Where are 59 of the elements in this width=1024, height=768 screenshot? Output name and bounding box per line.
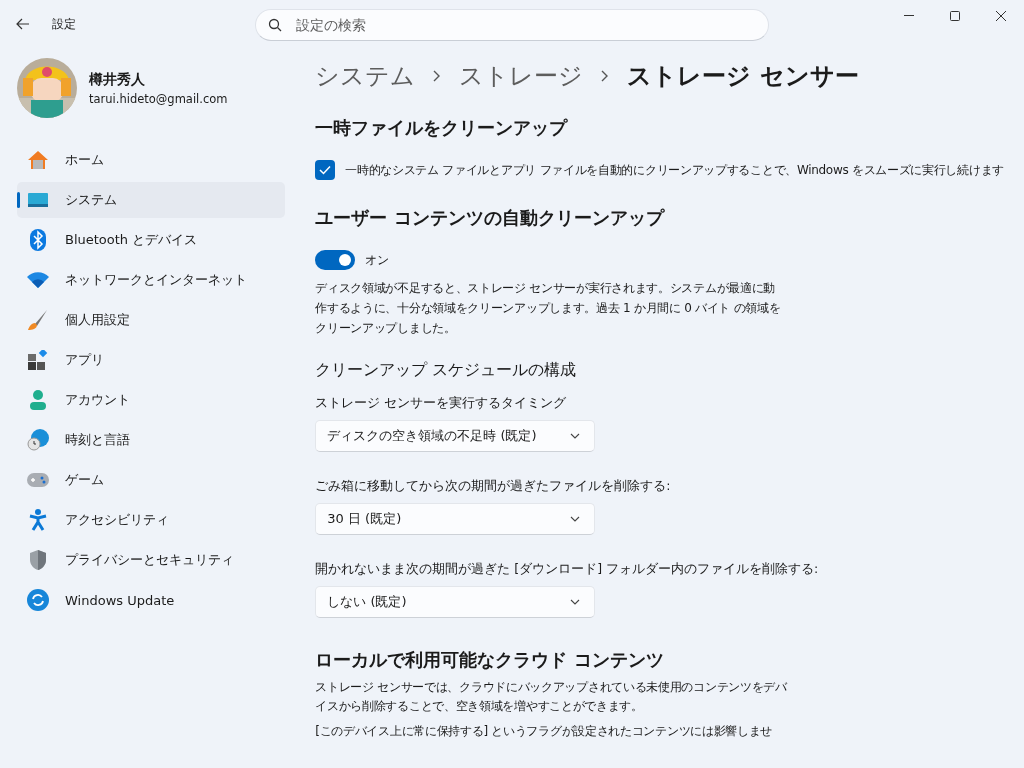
bluetooth-icon [27, 229, 49, 251]
nav-item[interactable]: アクセシビリティ [17, 502, 286, 538]
search-box[interactable]: 設定の検索 [255, 9, 769, 41]
checkbox[interactable] [315, 160, 336, 180]
search-field[interactable]: 設定の検索 [294, 16, 768, 34]
section-heading: ローカルで利用可能なクラウド コンテンツ [315, 648, 665, 672]
maximize-icon [950, 11, 960, 21]
dropdown[interactable]: ディスクの空き領域の不足時 (既定) [315, 420, 596, 452]
subsection-heading: クリーンアップ スケジュールの構成 [315, 360, 578, 381]
accessibility-icon [27, 509, 49, 531]
globe-clock-icon [27, 429, 49, 451]
nav-item[interactable]: アプリ [17, 342, 286, 378]
search-icon [268, 18, 282, 32]
breadcrumb-item: ストレージ センサー [627, 61, 859, 92]
close-icon [996, 11, 1006, 21]
gamepad-icon [27, 473, 49, 487]
toggle-label: オン [365, 251, 389, 269]
nav-item[interactable]: ホーム [17, 142, 286, 178]
monitor-icon [27, 193, 49, 207]
window-title: 設定 [52, 15, 76, 33]
chevron-icon [433, 70, 442, 82]
chevron-down-icon [570, 433, 581, 439]
refresh-icon [27, 589, 49, 611]
dropdown-label: 開かれないまま次の期間が過ぎた [ダウンロード] フォルダー内のファイルを削除する: [315, 561, 820, 578]
dropdown-label: ごみ箱に移動してから次の期間が過ぎたファイルを削除する: [315, 478, 672, 495]
checkbox-label: 一時的なシステム ファイルとアプリ ファイルを自動的にクリーンアップすることで、Windows をスムーズに実行し続けます [345, 161, 1004, 179]
nav-item[interactable]: ゲーム [17, 462, 286, 498]
paragraph: [このデバイス上に常に保持する] というフラグが設定されたコンテンツには影響しませ [315, 723, 774, 740]
dropdown-label: ストレージ センサーを実行するタイミング [315, 395, 568, 412]
checkmark-icon [319, 165, 332, 175]
app-tiles-icon [27, 350, 49, 370]
nav-item[interactable]: 個人用設定 [17, 302, 286, 338]
minimize-icon [904, 15, 914, 17]
dropdown[interactable]: 30 日 (既定) [315, 503, 596, 535]
breadcrumb-item[interactable]: システム [315, 60, 416, 92]
paragraph: ストレージ センサーでは、クラウドにバックアップされている未使用のコンテンツをデバイスから削除することで、空き領域を増やすことができます。 [315, 679, 788, 715]
description-text: ディスク領域が不足すると、ストレージ センサーが実行されます。システムが最適に動作するように、十分な領域をクリーンアップします。過去 1 か月間に 0 バイト の領域をクリーンアップしました。 [315, 280, 782, 337]
chevron-down-icon [570, 599, 581, 605]
toggle-switch[interactable] [315, 250, 356, 270]
dropdown[interactable]: しない (既定) [315, 586, 596, 618]
shield-icon [27, 549, 49, 571]
nav-item[interactable]: アカウント [17, 382, 286, 418]
section-heading: 一時ファイルをクリーンアップ [315, 116, 569, 140]
nav-item[interactable]: 時刻と言語 [17, 422, 286, 458]
nav-item[interactable]: Windows Update [17, 582, 286, 618]
user-email: tarui.hideto@gmail.com [89, 91, 228, 106]
section-heading: ユーザー コンテンツの自動クリーンアップ [315, 206, 666, 230]
back-icon[interactable] [16, 18, 30, 30]
nav-item[interactable]: ネットワークとインターネット [17, 262, 286, 298]
nav-item[interactable]: システム [17, 182, 286, 218]
wifi-icon [27, 272, 49, 288]
person-icon [27, 390, 49, 410]
chevron-icon [601, 70, 610, 82]
nav-item[interactable]: プライバシーとセキュリティ [17, 542, 286, 578]
nav-item[interactable]: Bluetooth とデバイス [17, 222, 286, 258]
user-name: 樽井秀人 [89, 70, 146, 89]
chevron-down-icon [570, 516, 581, 522]
breadcrumb-item[interactable]: ストレージ [459, 60, 584, 92]
house-icon [27, 150, 49, 170]
